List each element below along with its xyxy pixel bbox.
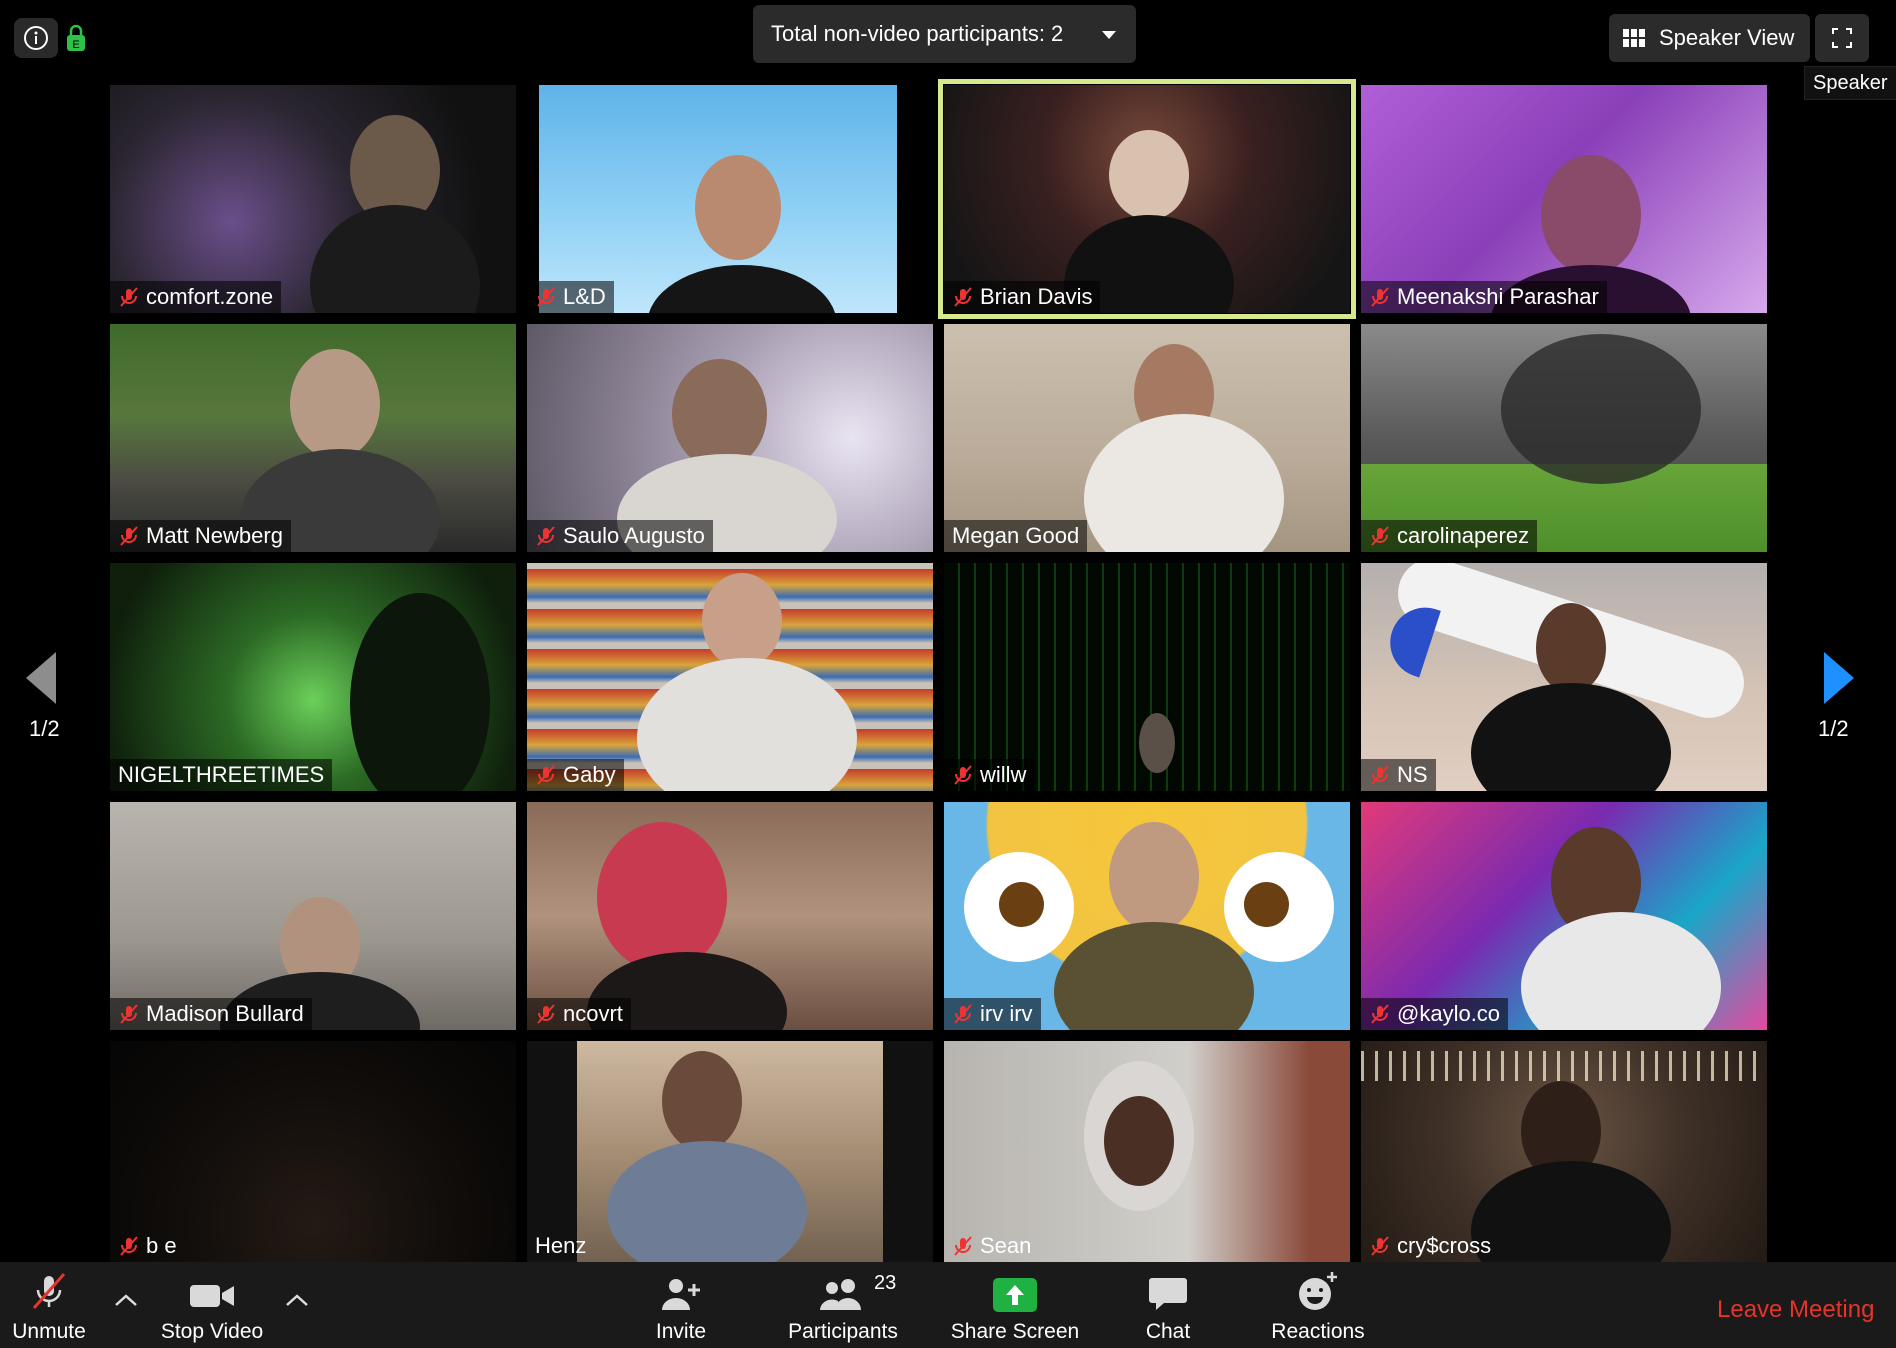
fullscreen-icon [1832,28,1852,48]
reactions-button[interactable]: Reactions [1262,1262,1374,1348]
participant-name-tag: Meenakshi Parashar [1361,281,1607,313]
participant-name-tag: Madison Bullard [110,998,312,1030]
non-video-participants-dropdown[interactable]: Total non-video participants: 2 [753,5,1136,63]
participant-name-tag: Matt Newberg [110,520,291,552]
encryption-lock-icon[interactable]: E [66,24,86,52]
share-screen-button[interactable]: Share Screen [940,1262,1090,1348]
speaker-view-button[interactable]: Speaker View [1609,14,1810,62]
speaker-view-label: Speaker View [1659,25,1795,50]
participant-name-tag: Sean [944,1230,1039,1262]
participant-tile[interactable]: Sean [944,1041,1350,1269]
participant-tile[interactable]: Madison Bullard [110,802,516,1030]
top-bar: E Total non-video participants: 2 Speake… [0,0,1896,100]
page-indicator-left: 1/2 [29,716,60,741]
video-camera-icon [190,1285,234,1307]
muted-mic-icon [954,765,972,785]
participant-tile[interactable]: NS [1361,563,1767,791]
participant-name-tag: Gaby [527,759,624,791]
participants-count: 23 [874,1272,897,1294]
muted-mic-icon [120,287,138,307]
participant-name-tag: L&D [527,281,614,313]
speaker-tooltip: Speaker [1804,66,1896,100]
muted-mic-icon [120,526,138,546]
audio-options-chevron-up-icon[interactable] [113,1292,139,1308]
participant-name-tag: b e [110,1230,185,1262]
participant-tile[interactable]: Meenakshi Parashar [1361,85,1767,313]
info-icon [24,26,48,50]
participant-name-tag: NIGELTHREETIMES [110,759,333,791]
participant-name-tag: Saulo Augusto [527,520,713,552]
grid-icon [1623,29,1645,47]
reaction-smiley-icon [1299,1272,1337,1310]
participant-tile[interactable]: Henz [527,1041,933,1269]
participant-tile[interactable]: @kaylo.co [1361,802,1767,1030]
svg-text:E: E [72,39,79,51]
participant-name-tag: Henz [535,1233,587,1258]
meeting-info-button[interactable] [14,18,58,58]
unmute-button[interactable]: Unmute [4,1262,94,1348]
muted-mic-icon [537,765,555,785]
muted-mic-icon [954,287,972,307]
share-screen-icon [993,1278,1037,1312]
participant-name-tag: cry$cross [1361,1230,1499,1262]
muted-microphone-icon [32,1273,66,1309]
leave-meeting-button[interactable]: Leave Meeting [1717,1296,1874,1324]
participant-tile[interactable]: NIGELTHREETIMES [110,563,516,791]
muted-mic-icon [537,1004,555,1024]
participant-tile[interactable]: L&D [527,85,933,313]
muted-mic-icon [1371,1236,1389,1256]
participant-tile[interactable]: Megan Good [944,324,1350,552]
participant-name-tag: Megan Good [944,520,1088,552]
muted-mic-icon [120,1236,138,1256]
muted-mic-icon [1371,526,1389,546]
participant-tile[interactable]: Gaby [527,563,933,791]
add-person-icon [662,1279,700,1310]
participant-tile[interactable]: comfort.zone [110,85,516,313]
participant-tile[interactable]: ncovrt [527,802,933,1030]
muted-mic-icon [1371,287,1389,307]
muted-mic-icon [1371,765,1389,785]
participant-tile[interactable]: carolinaperez [1361,324,1767,552]
non-video-participants-label: Total non-video participants: 2 [771,21,1064,46]
muted-mic-icon [537,287,555,307]
muted-mic-icon [954,1236,972,1256]
invite-button[interactable]: Invite [640,1262,722,1348]
participant-name-tag: @kaylo.co [1361,998,1509,1030]
page-indicator-right: 1/2 [1818,716,1849,741]
participant-tile[interactable]: irv irv [944,802,1350,1030]
previous-page-arrow-icon[interactable] [26,652,58,704]
participant-tile[interactable]: b e [110,1041,516,1269]
muted-mic-icon [537,526,555,546]
participant-tile[interactable]: Saulo Augusto [527,324,933,552]
stop-video-button[interactable]: Stop Video [150,1262,274,1348]
chat-bubble-icon [1149,1278,1187,1310]
participant-name-tag: ncovrt [527,998,631,1030]
chat-button[interactable]: Chat [1128,1262,1208,1348]
muted-mic-icon [1371,1004,1389,1024]
chevron-down-icon [1102,31,1116,39]
muted-mic-icon [954,1004,972,1024]
participant-tile[interactable]: cry$cross [1361,1041,1767,1269]
participant-name-tag: NS [1361,759,1436,791]
participant-name-tag: carolinaperez [1361,520,1538,552]
next-page-arrow-icon[interactable] [1822,652,1854,704]
video-options-chevron-up-icon[interactable] [284,1292,310,1308]
participant-tile[interactable]: Matt Newberg [110,324,516,552]
meeting-toolbar: Unmute Stop Video Invite Participants 23 [0,1262,1896,1348]
participant-name-tag: Brian Davis [944,281,1101,313]
participant-name-tag: comfort.zone [110,281,282,313]
participant-tile[interactable]: willw [944,563,1350,791]
fullscreen-button[interactable] [1815,14,1869,62]
participant-tile-active-speaker[interactable]: Brian Davis [938,79,1356,319]
participants-icon [820,1279,861,1310]
participant-name-tag: irv irv [944,998,1041,1030]
participant-name-tag: willw [944,759,1035,791]
muted-mic-icon [120,1004,138,1024]
